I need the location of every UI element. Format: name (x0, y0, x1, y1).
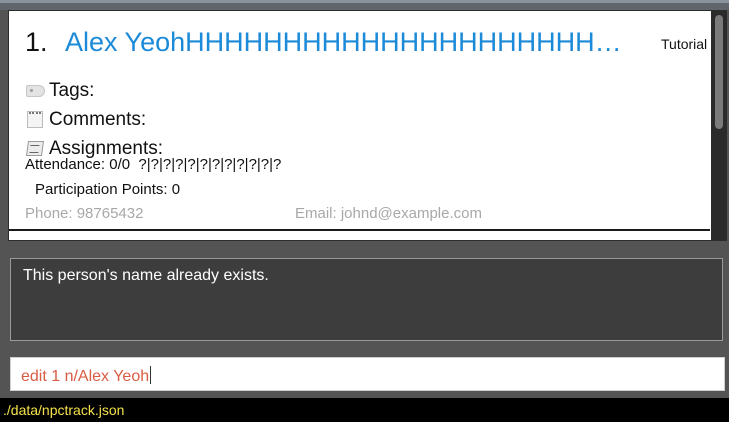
text-caret (150, 366, 152, 384)
phone-text: Phone: 98765432 (25, 205, 144, 222)
comments-label: Comments: (49, 109, 147, 130)
notepad-icon (25, 111, 47, 129)
status-bar: ./data/npctrack.json (0, 398, 729, 422)
person-index: 1. (25, 27, 48, 57)
person-name: Alex YeohHHHHHHHHHHHHHHHHHHHHHHHHHHHHHHH (65, 27, 639, 57)
attendance-text: Attendance: 0/0 ?|?|?|?|?|?|?|?|?|?|?|? (25, 156, 282, 173)
participation-text: Participation Points: 0 (35, 181, 181, 198)
scrollbar-thumb[interactable] (715, 15, 723, 129)
person-card[interactable]: 1. Alex YeohHHHHHHHHHHHHHHHHHHHHHHHHHHHH… (9, 11, 710, 231)
tags-label: Tags: (49, 80, 95, 101)
person-list-panel[interactable]: 1. Alex YeohHHHHHHHHHHHHHHHHHHHHHHHHHHHH… (8, 10, 727, 241)
tags-row: Tags: (25, 79, 94, 103)
comments-row: Comments: (25, 108, 146, 132)
command-text-wrap: edit 1 n/Alex Yeoh (21, 366, 152, 386)
window-top-strip (0, 0, 729, 10)
list-scrollbar[interactable] (711, 11, 726, 240)
tutorial-label: Tutorial (661, 36, 708, 52)
tag-icon (25, 82, 47, 100)
result-display: This person's name already exists. (10, 258, 723, 341)
command-input[interactable]: edit 1 n/Alex Yeoh (10, 357, 725, 391)
command-text: edit 1 n/Alex Yeoh (21, 368, 150, 385)
email-text: Email: johnd@example.com (295, 205, 482, 222)
save-file-path: ./data/npctrack.json (3, 402, 125, 418)
next-card-edge (9, 240, 710, 241)
result-message: This person's name already exists. (23, 267, 269, 284)
